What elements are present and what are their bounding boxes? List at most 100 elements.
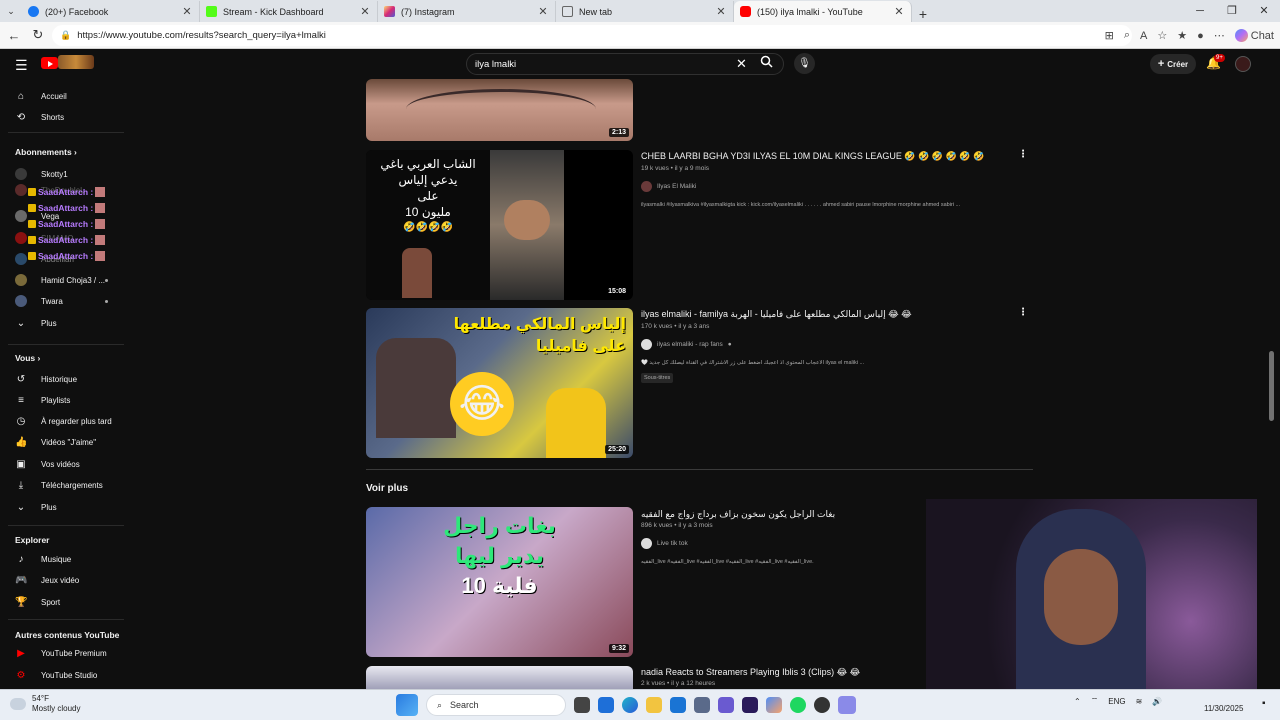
sidebar-item-music[interactable]: ♪ Musique (0, 549, 124, 569)
video-thumbnail[interactable]: بغات راجل يدير ليها 10 فلية 9:32 (366, 507, 633, 657)
notification-center-icon[interactable]: ▪ (1262, 698, 1266, 709)
premiere-icon[interactable] (742, 697, 758, 713)
reload-icon[interactable]: ↻ (26, 27, 50, 43)
explorer-icon[interactable] (598, 697, 614, 713)
taskbar-search[interactable]: ⌕ Search (426, 694, 566, 716)
channel-link[interactable]: Live tik tok (641, 538, 688, 549)
hamburger-menu-icon[interactable]: ☰ (15, 57, 28, 74)
sidebar-item-home[interactable]: ⌂ Accueil (0, 86, 124, 106)
close-tab-icon[interactable]: ✕ (715, 5, 727, 18)
sidebar-item-downloads[interactable]: ⤓ Téléchargements (0, 475, 124, 495)
video-title[interactable]: nadia Reacts to Streamers Playing Iblis … (641, 667, 860, 678)
site-info-icon[interactable]: 🔒 (60, 30, 71, 41)
volume-icon[interactable]: 🔊 (1152, 697, 1162, 706)
account-avatar[interactable] (1235, 56, 1251, 72)
obs-icon[interactable] (814, 697, 830, 713)
close-tab-icon[interactable]: ✕ (893, 5, 905, 18)
maximize-icon[interactable]: ❐ (1216, 0, 1248, 22)
you-header[interactable]: Vous › (15, 353, 40, 363)
tab-new[interactable]: New tab ✕ (556, 1, 734, 22)
video-thumbnail[interactable]: الشاب العربي باغي يدعي إلياس على 10 مليو… (366, 150, 633, 300)
create-button[interactable]: + Créer (1150, 54, 1196, 74)
task-view-icon[interactable] (574, 697, 590, 713)
clear-search-icon[interactable]: ✕ (736, 56, 747, 72)
sidebar-item-history[interactable]: ↺ Historique (0, 369, 124, 389)
wifi-icon[interactable]: ≋ (1136, 697, 1143, 706)
search-icon[interactable] (760, 55, 773, 71)
profile-icon[interactable]: ● (1197, 30, 1204, 42)
subscription-item[interactable]: Twara (0, 291, 124, 311)
tab-youtube[interactable]: (150) ilya lmalki - YouTube ✕ (734, 1, 912, 22)
sidebar-item-shorts[interactable]: ⟲ Shorts (0, 107, 124, 127)
discord-icon[interactable] (838, 696, 856, 714)
close-window-icon[interactable]: ✕ (1248, 0, 1280, 22)
video-title[interactable]: CHEB LAARBI BGHA YD3I ILYAS EL 10M DIAL … (641, 151, 984, 162)
channel-avatar (15, 184, 27, 196)
other-youtube-header: Autres contenus YouTube (15, 630, 119, 640)
video-title[interactable]: بغات الراجل يكون سخون بزاف برداج زواج مع… (641, 509, 835, 520)
tab-list-icon[interactable]: ⌄ (0, 1, 22, 22)
sidebar-item-studio[interactable]: ⚙ YouTube Studio (0, 665, 124, 685)
zoom-icon[interactable]: ⌕ (1124, 29, 1130, 42)
more-actions-icon[interactable]: ⋮ (1018, 307, 1028, 318)
minimize-icon[interactable]: ─ (1184, 0, 1216, 22)
system-clock[interactable]: 11/30/2025 (1204, 704, 1243, 713)
doodle-logo[interactable] (58, 55, 94, 69)
download-icon: ⤓ (18, 479, 24, 491)
tab-instagram[interactable]: (7) Instagram ✕ (378, 1, 556, 22)
close-tab-icon[interactable]: ✕ (359, 5, 371, 18)
copilot-chat-button[interactable]: Chat (1234, 29, 1274, 42)
sidebar-item-playlists[interactable]: ≡ Playlists (0, 390, 124, 410)
microphone-icon[interactable]: 🎙 (794, 53, 815, 74)
sidebar-item-watch-later[interactable]: ◷ À regarder plus tard (0, 411, 124, 431)
windows-start-icon[interactable] (396, 694, 418, 716)
video-thumbnail[interactable]: إلياس المالكي مطلعها على فاميليا 😂 25:20 (366, 308, 633, 458)
tab-kick[interactable]: Stream - Kick Dashboard ✕ (200, 1, 378, 22)
back-icon[interactable]: ← (2, 28, 26, 43)
video-thumbnail[interactable] (366, 666, 633, 689)
video-thumbnail[interactable]: 2:13 (366, 79, 633, 141)
sidebar-item-liked[interactable]: 👍 Vidéos "J'aime" (0, 432, 124, 452)
scrollbar-thumb[interactable] (1269, 351, 1274, 421)
favorites-icon[interactable]: ★ (1177, 29, 1187, 42)
spotify-icon[interactable] (790, 697, 806, 713)
sidebar-item-sport[interactable]: 🏆 Sport (0, 592, 124, 612)
settings-icon[interactable] (694, 697, 710, 713)
sidebar-item-premium[interactable]: ▶ YouTube Premium (0, 643, 124, 663)
network-icon[interactable]: ⌔ (1091, 696, 1099, 706)
sidebar-item-more[interactable]: ⌄ Plus (0, 313, 124, 333)
close-tab-icon[interactable]: ✕ (181, 5, 193, 18)
sidebar-item-gaming[interactable]: 🎮 Jeux vidéo (0, 570, 124, 590)
url-text: https://www.youtube.com/results?search_q… (77, 30, 326, 41)
subscriptions-header[interactable]: Abonnements › (15, 147, 77, 157)
emote-icon (95, 235, 106, 245)
close-tab-icon[interactable]: ✕ (537, 5, 549, 18)
channel-avatar (15, 295, 27, 307)
facebook-icon (28, 6, 39, 17)
weather-widget[interactable]: 54°F Mostly cloudy (10, 694, 80, 714)
edge-icon[interactable] (622, 697, 638, 713)
copilot-icon[interactable] (766, 697, 782, 713)
channel-link[interactable]: ilyas elmaliki - rap fans ● (641, 339, 732, 350)
channel-link[interactable]: Ilyas El Maliki (641, 181, 696, 192)
youtube-logo[interactable] (41, 57, 58, 69)
outlook-icon[interactable] (670, 697, 686, 713)
read-aloud-icon[interactable]: A (1140, 30, 1147, 42)
app-available-icon[interactable]: ⊞ (1105, 29, 1114, 42)
sidebar-item-more[interactable]: ⌄ Plus (0, 497, 124, 517)
create-label: Créer (1167, 59, 1189, 69)
favorite-star-icon[interactable]: ☆ (1157, 29, 1167, 42)
subscription-item[interactable]: Hamid Choja3 / ... (0, 270, 124, 290)
sidebar-item-your-videos[interactable]: ▣ Vos vidéos (0, 454, 124, 474)
teams-icon[interactable] (718, 697, 734, 713)
url-field[interactable]: 🔒 https://www.youtube.com/results?search… (52, 25, 1132, 46)
sidebar-item-label: Plus (41, 502, 57, 512)
more-options-icon[interactable]: ⋯ (1214, 29, 1225, 42)
tab-facebook[interactable]: (20+) Facebook ✕ (22, 1, 200, 22)
more-actions-icon[interactable]: ⋮ (1018, 149, 1028, 160)
folder-icon[interactable] (646, 697, 662, 713)
language-indicator[interactable]: ENG (1108, 697, 1125, 706)
new-tab-button[interactable]: + (912, 6, 934, 22)
tray-overflow-icon[interactable]: ⌃ (1074, 697, 1081, 706)
video-title[interactable]: ilyas elmaliki - familya إلياس المالكي م… (641, 309, 912, 320)
